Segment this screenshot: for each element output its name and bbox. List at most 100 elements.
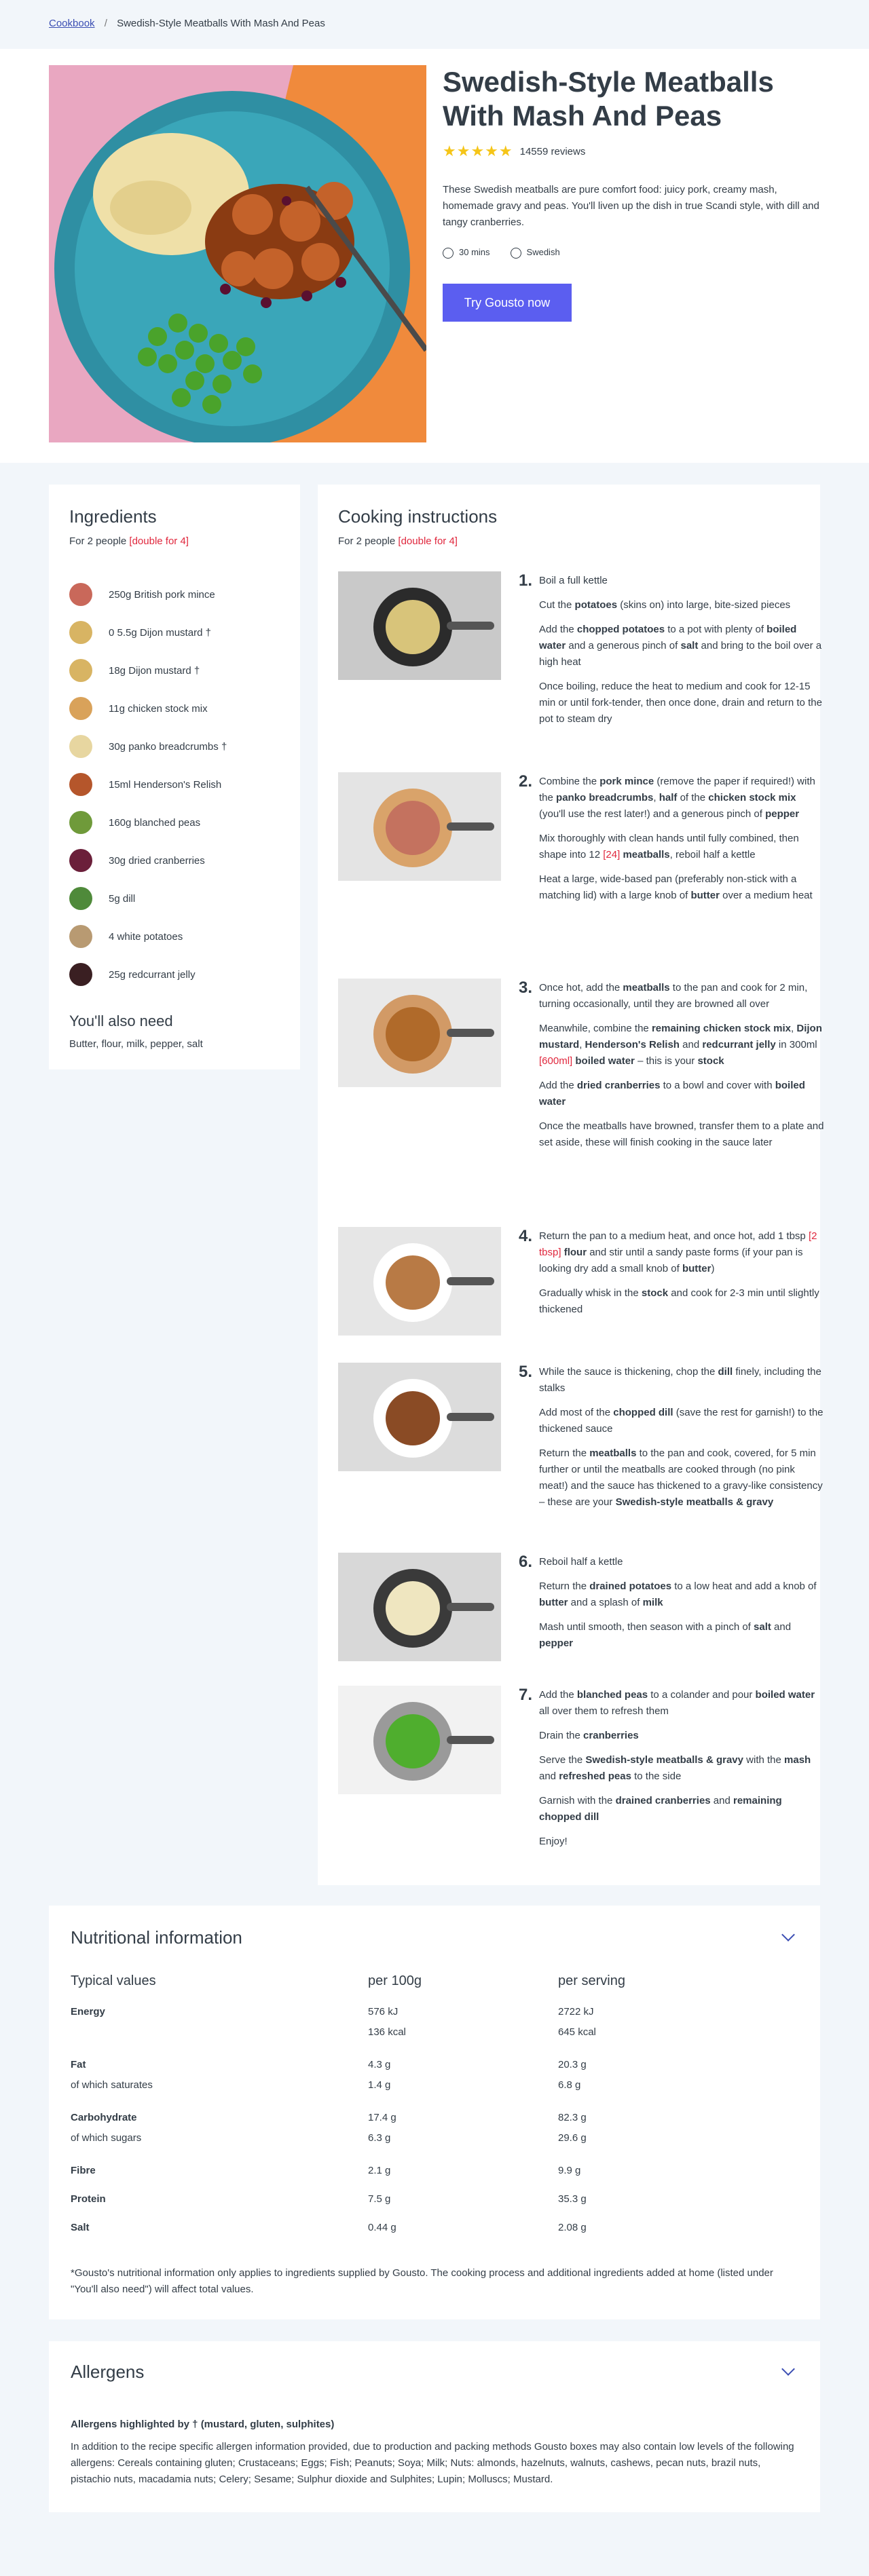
nutrition-row: Protein 7.5 g 35.3 g — [71, 2193, 798, 2210]
ingredient-label: 30g dried cranberries — [109, 854, 205, 867]
allergens-card: Allergens Allergens highlighted by † (mu… — [49, 2341, 820, 2512]
step-image — [338, 571, 501, 680]
step-image — [338, 772, 501, 881]
step-text: Return the pan to a medium heat, and onc… — [539, 1230, 819, 1315]
cuisine-label: Swedish — [526, 247, 560, 257]
nutrition-cell: 0.44 g — [368, 2222, 396, 2233]
ingredient-item: 5g dill — [69, 879, 280, 917]
step-text: Add the blanched peas to a colander and … — [539, 1689, 815, 1847]
nutrition-row: Carbohydrate 17.4 g 82.3 g — [71, 2112, 798, 2128]
nutrition-cell: 576 kJ — [368, 2006, 399, 2018]
ingredient-label: 4 white potatoes — [109, 930, 183, 943]
ingredient-label: 18g Dijon mustard † — [109, 664, 200, 677]
ingredients-servings: For 2 people [double for 4] — [69, 535, 280, 547]
ingredient-thumbnail — [69, 887, 92, 910]
step-image — [338, 979, 501, 1087]
ingredient-item: 0 5.5g Dijon mustard † — [69, 613, 280, 651]
nutrition-cell: 7.5 g — [368, 2193, 391, 2205]
nutrition-row: of which saturates 1.4 g 6.8 g — [71, 2079, 798, 2096]
instructions-title: Cooking instructions — [338, 506, 498, 527]
recipe-hero-image — [49, 65, 426, 442]
nutrition-cell: 35.3 g — [558, 2193, 587, 2205]
ingredient-list: 250g British pork mince 0 5.5g Dijon must… — [69, 575, 280, 993]
instructions-servings: For 2 people [double for 4] — [338, 535, 497, 547]
breadcrumb-separator: / — [104, 18, 107, 29]
ingredient-label: 0 5.5g Dijon mustard † — [109, 626, 211, 639]
step-number: 6. — [519, 1553, 533, 1571]
nutrition-row: of which sugars 6.3 g 29.6 g — [71, 2132, 798, 2148]
nutrition-row: 136 kcal 645 kcal — [71, 2026, 798, 2043]
nutrition-row: Energy 576 kJ 2722 kJ — [71, 2006, 798, 2022]
step-number: 3. — [519, 979, 533, 997]
nutrition-header-cell: per 100g — [368, 1973, 422, 1988]
nutrition-cell: 29.6 g — [558, 2132, 587, 2144]
step-image — [338, 1553, 501, 1661]
step-number: 1. — [519, 571, 533, 590]
servings-label: For 2 people — [338, 535, 396, 547]
step-text: Once hot, add the meatballs to the pan a… — [539, 982, 824, 1148]
nutrition-header-row: Typical values per 100g per serving — [71, 1973, 798, 1990]
step-number: 5. — [519, 1363, 533, 1381]
recipe-hero: Swedish-Style Meatballs With Mash And Pe… — [0, 49, 869, 463]
nutrition-header-cell: per serving — [558, 1973, 625, 1988]
chevron-down-icon[interactable] — [781, 1928, 795, 1942]
instructions-card: Cooking instructions For 2 people [doubl… — [318, 485, 824, 1885]
ingredient-item: 18g Dijon mustard † — [69, 651, 280, 689]
step-number: 7. — [519, 1686, 533, 1704]
allergens-text: In addition to the recipe specific aller… — [71, 2441, 794, 2485]
nutrition-cell: Carbohydrate — [71, 2112, 137, 2123]
nutrition-cell: of which sugars — [71, 2132, 142, 2144]
nutrition-cell: Protein — [71, 2193, 106, 2205]
ingredient-item: 250g British pork mince — [69, 575, 280, 613]
ingredient-label: 25g redcurrant jelly — [109, 968, 196, 981]
nutrition-cell: 9.9 g — [558, 2165, 581, 2176]
step-image — [338, 1686, 501, 1794]
step-image — [338, 1363, 501, 1471]
cuisine: Swedish — [510, 247, 560, 259]
step-text: Reboil half a kettle Return the drained p… — [539, 1556, 817, 1649]
ingredient-thumbnail — [69, 621, 92, 644]
step-text: Boil a full kettle Cut the potatoes (skin… — [539, 575, 822, 725]
ingredient-thumbnail — [69, 849, 92, 872]
star-rating-icon: ★★★★★ — [443, 143, 513, 159]
ingredient-item: 15ml Henderson's Relish — [69, 765, 280, 803]
ingredient-thumbnail — [69, 735, 92, 758]
servings-label: For 2 people — [69, 535, 127, 547]
ingredient-thumbnail — [69, 697, 92, 720]
ingredient-item: 4 white potatoes — [69, 917, 280, 955]
ingredient-item: 11g chicken stock mix — [69, 689, 280, 727]
recipe-meta: 30 mins Swedish — [443, 247, 560, 259]
globe-icon — [510, 247, 521, 259]
ingredient-label: 5g dill — [109, 892, 136, 905]
nutrition-cell: 645 kcal — [558, 2026, 596, 2038]
ingredient-item: 25g redcurrant jelly — [69, 955, 280, 993]
nutrition-cell: Fat — [71, 2059, 86, 2070]
ingredient-item: 160g blanched peas — [69, 803, 280, 841]
ingredient-label: 11g chicken stock mix — [109, 702, 208, 715]
ingredient-thumbnail — [69, 925, 92, 948]
step-text: While the sauce is thickening, chop the … — [539, 1366, 824, 1508]
nutrition-cell: Salt — [71, 2222, 90, 2233]
chevron-down-icon[interactable] — [781, 2362, 795, 2376]
step-number: 2. — [519, 772, 533, 791]
ingredient-item: 30g panko breadcrumbs † — [69, 727, 280, 765]
step-image — [338, 1227, 501, 1336]
try-gousto-button[interactable]: Try Gousto now — [443, 284, 572, 322]
nutrition-cell: 20.3 g — [558, 2059, 587, 2070]
allergens-highlighted: Allergens highlighted by † (mustard, glu… — [71, 2419, 335, 2430]
cook-time: 30 mins — [443, 247, 490, 259]
nutrition-footnote: *Gousto's nutritional information only a… — [71, 2267, 773, 2295]
nutrition-title: Nutritional information — [71, 1927, 242, 1948]
nutrition-cell: Fibre — [71, 2165, 96, 2176]
nutrition-cell: 1.4 g — [368, 2079, 391, 2091]
nutrition-cell: 4.3 g — [368, 2059, 391, 2070]
nutrition-cell: 2.1 g — [368, 2165, 391, 2176]
nutrition-card: Nutritional information Typical values pe… — [49, 1906, 820, 2319]
ingredient-label: 250g British pork mince — [109, 588, 215, 601]
nutrition-row: Salt 0.44 g 2.08 g — [71, 2222, 798, 2238]
ingredient-thumbnail — [69, 659, 92, 682]
ingredient-thumbnail — [69, 811, 92, 834]
nutrition-cell: 82.3 g — [558, 2112, 587, 2123]
nutrition-header-cell: Typical values — [71, 1973, 156, 1988]
breadcrumb-cookbook-link[interactable]: Cookbook — [49, 18, 95, 29]
